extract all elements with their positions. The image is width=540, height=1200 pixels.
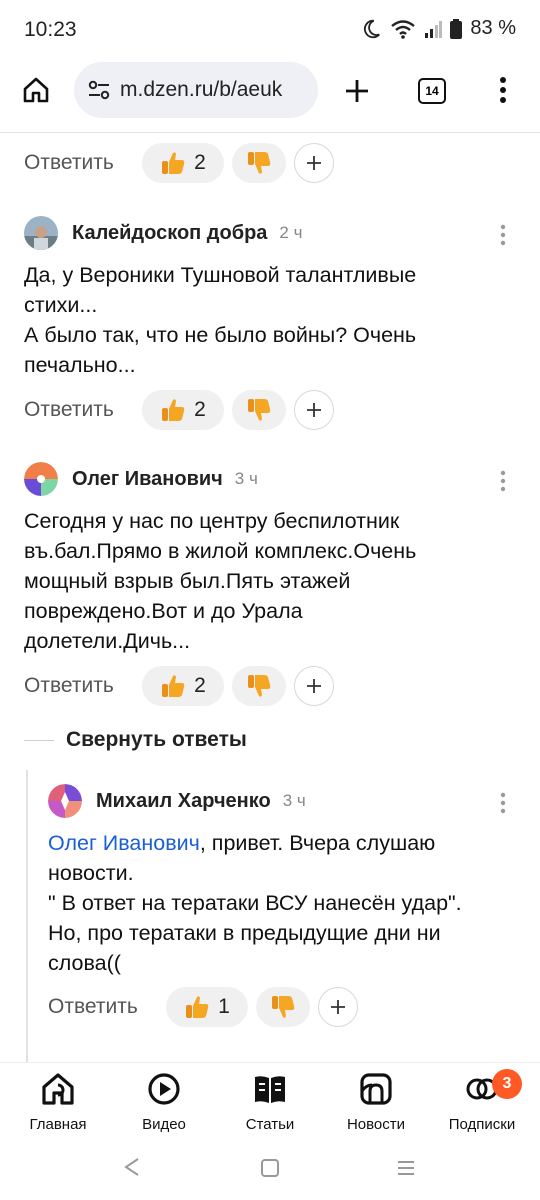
- like-button[interactable]: 1: [166, 987, 248, 1027]
- comment-menu-icon[interactable]: [498, 470, 508, 492]
- thumbs-down-icon: [248, 399, 271, 421]
- reply-comment-item: Михаил Харченко 3 ч Олег Иванович, приве…: [48, 784, 524, 978]
- news-icon: [360, 1073, 392, 1105]
- system-navigation: [0, 1140, 540, 1200]
- reply-button[interactable]: Ответить: [24, 398, 142, 422]
- thread-line: [26, 770, 28, 1062]
- signal-icon: [425, 20, 443, 38]
- plus-icon: [307, 403, 321, 417]
- nav-item-news[interactable]: Новости: [322, 1071, 430, 1133]
- add-reaction-button[interactable]: [318, 987, 358, 1027]
- thumbs-down-icon: [248, 675, 271, 697]
- dislike-button[interactable]: [256, 987, 310, 1027]
- like-count: 2: [194, 151, 206, 174]
- site-settings-icon[interactable]: [88, 80, 110, 100]
- home-icon: [42, 1073, 74, 1105]
- comment-time: 3 ч: [282, 791, 306, 810]
- new-tab-plus-icon[interactable]: [343, 77, 371, 105]
- comment-item: Калейдоскоп добра 2 ч Да, у Вероники Туш…: [24, 216, 524, 380]
- video-icon: [148, 1073, 180, 1105]
- comment-actions: Ответить 1: [48, 987, 358, 1027]
- avatar[interactable]: [24, 462, 58, 496]
- collapse-replies-button[interactable]: Свернуть ответы: [66, 728, 247, 752]
- dislike-button[interactable]: [232, 390, 286, 430]
- dnd-moon-icon: [364, 19, 381, 38]
- plus-icon: [331, 1000, 345, 1014]
- avatar[interactable]: [24, 216, 58, 250]
- nav-item-video[interactable]: Видео: [110, 1071, 218, 1133]
- comment-text: Олег Иванович, привет. Вчера слушаю ново…: [48, 831, 462, 975]
- thumbs-up-icon: [186, 996, 209, 1018]
- address-bar[interactable]: m.dzen.ru/b/aeuk: [74, 62, 318, 118]
- thumbs-down-icon: [272, 996, 295, 1018]
- add-reaction-button[interactable]: [294, 390, 334, 430]
- back-icon[interactable]: [122, 1156, 142, 1178]
- notification-badge: 3: [492, 1069, 522, 1099]
- nav-item-subscriptions[interactable]: 3 Подписки: [428, 1069, 536, 1133]
- comment-author[interactable]: Калейдоскоп добра: [72, 222, 267, 245]
- thumbs-up-icon: [162, 152, 185, 174]
- dislike-button[interactable]: [232, 666, 286, 706]
- reply-button[interactable]: Ответить: [24, 151, 142, 175]
- home-icon[interactable]: [22, 76, 50, 104]
- tab-switcher-button[interactable]: 14: [418, 78, 446, 104]
- comment-time: 2 ч: [279, 223, 303, 242]
- bottom-navigation: Главная Видео Статьи Новости 3 Подписки: [0, 1062, 540, 1139]
- divider: [24, 740, 54, 741]
- comment-actions-top: Ответить 2: [24, 143, 334, 183]
- status-time: 10:23: [24, 18, 77, 41]
- comment-text: Сегодня у нас по центру беспилотник въ.б…: [24, 509, 417, 653]
- home-button-icon[interactable]: [260, 1158, 280, 1178]
- url-text[interactable]: m.dzen.ru/b/aeuk: [120, 78, 282, 102]
- nav-label: Главная: [29, 1116, 87, 1133]
- articles-icon: [255, 1076, 285, 1103]
- thumbs-up-icon: [162, 675, 185, 697]
- browser-toolbar: m.dzen.ru/b/aeuk 14: [0, 60, 540, 133]
- status-bar: 10:23 83 %: [0, 0, 540, 60]
- avatar[interactable]: [48, 784, 82, 818]
- dislike-button[interactable]: [232, 143, 286, 183]
- like-button[interactable]: 2: [142, 390, 224, 430]
- recent-apps-icon[interactable]: [396, 1158, 416, 1178]
- like-count: 2: [194, 398, 206, 421]
- like-count: 1: [218, 995, 230, 1018]
- battery-icon: [450, 18, 463, 39]
- nav-item-home[interactable]: Главная: [4, 1071, 112, 1133]
- add-reaction-button[interactable]: [294, 666, 334, 706]
- nav-label: Видео: [142, 1116, 186, 1133]
- mention-link[interactable]: Олег Иванович: [48, 831, 200, 855]
- plus-icon: [307, 156, 321, 170]
- like-count: 2: [194, 674, 206, 697]
- thumbs-up-icon: [162, 399, 185, 421]
- comment-author[interactable]: Михаил Харченко: [96, 790, 271, 813]
- plus-icon: [307, 679, 321, 693]
- comment-menu-icon[interactable]: [498, 792, 508, 814]
- comment-author[interactable]: Олег Иванович: [72, 468, 223, 491]
- add-reaction-button[interactable]: [294, 143, 334, 183]
- comment-item: Олег Иванович 3 ч Сегодня у нас по центр…: [24, 462, 524, 656]
- like-button[interactable]: 2: [142, 143, 224, 183]
- battery-percent: 83 %: [470, 17, 516, 39]
- nav-label: Подписки: [448, 1116, 516, 1133]
- comment-text: Да, у Вероники Тушновой талантливые стих…: [24, 263, 417, 377]
- thumbs-down-icon: [248, 152, 271, 174]
- comment-actions: Ответить 2: [24, 390, 334, 430]
- nav-item-articles[interactable]: Статьи: [216, 1071, 324, 1133]
- wifi-icon: [391, 19, 416, 39]
- nav-label: Новости: [346, 1116, 406, 1133]
- comment-time: 3 ч: [234, 469, 258, 488]
- comment-actions: Ответить 2: [24, 666, 334, 706]
- reply-button[interactable]: Ответить: [48, 995, 166, 1019]
- nav-label: Статьи: [245, 1116, 295, 1133]
- more-menu-icon[interactable]: [498, 76, 508, 104]
- reply-button[interactable]: Ответить: [24, 674, 142, 698]
- status-icons: 83 %: [360, 17, 516, 40]
- like-button[interactable]: 2: [142, 666, 224, 706]
- comment-menu-icon[interactable]: [498, 224, 508, 246]
